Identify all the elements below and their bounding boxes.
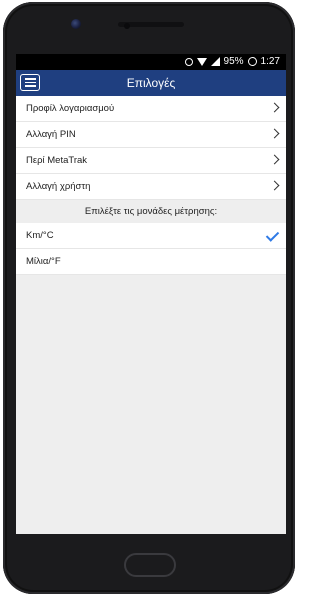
options-list: Προφίλ λογαριασμού Αλλαγή PIN Περί MetaT… <box>16 96 286 200</box>
wifi-icon <box>196 57 207 66</box>
front-camera <box>71 19 81 29</box>
battery-percent: 95% <box>223 56 244 67</box>
app-toolbar: Επιλογές <box>16 70 286 96</box>
alarm-icon <box>184 57 193 66</box>
menu-item-change-pin[interactable]: Αλλαγή PIN <box>16 122 286 148</box>
unit-option-label: Km/°C <box>26 230 54 241</box>
units-section-header: Επιλέξτε τις μονάδες μέτρησης: <box>16 201 286 223</box>
proximity-sensor <box>124 23 130 29</box>
status-icons: 95% 1:27 <box>184 56 280 67</box>
units-list: Km/°C Μίλια/°F <box>16 223 286 275</box>
chevron-right-icon <box>269 180 280 191</box>
menu-item-switch-user[interactable]: Αλλαγή χρήστη <box>16 174 286 200</box>
page-title: Επιλογές <box>126 76 176 90</box>
menu-item-label: Προφίλ λογαριασμού <box>26 103 115 114</box>
unit-option-miles-fahrenheit[interactable]: Μίλια/°F <box>16 249 286 275</box>
chevron-right-icon <box>269 154 280 165</box>
menu-item-label: Αλλαγή χρήστη <box>26 181 91 192</box>
battery-icon <box>247 57 257 66</box>
status-bar: 95% 1:27 <box>16 54 286 70</box>
signal-icon <box>210 57 220 66</box>
menu-item-about[interactable]: Περί MetaTrak <box>16 148 286 174</box>
unit-option-km-celsius[interactable]: Km/°C <box>16 223 286 249</box>
menu-item-label: Περί MetaTrak <box>26 155 88 166</box>
app-screen: 95% 1:27 Επιλογές Προφίλ λογαριασμού Αλλ… <box>16 54 286 534</box>
checkmark-icon <box>265 228 280 242</box>
home-button[interactable] <box>124 553 176 577</box>
clock: 1:27 <box>260 56 280 67</box>
menu-item-account-profile[interactable]: Προφίλ λογαριασμού <box>16 96 286 122</box>
unit-option-label: Μίλια/°F <box>26 256 61 267</box>
chevron-right-icon <box>269 102 280 113</box>
hamburger-icon[interactable] <box>20 74 40 91</box>
chevron-right-icon <box>269 128 280 139</box>
menu-item-label: Αλλαγή PIN <box>26 129 76 140</box>
